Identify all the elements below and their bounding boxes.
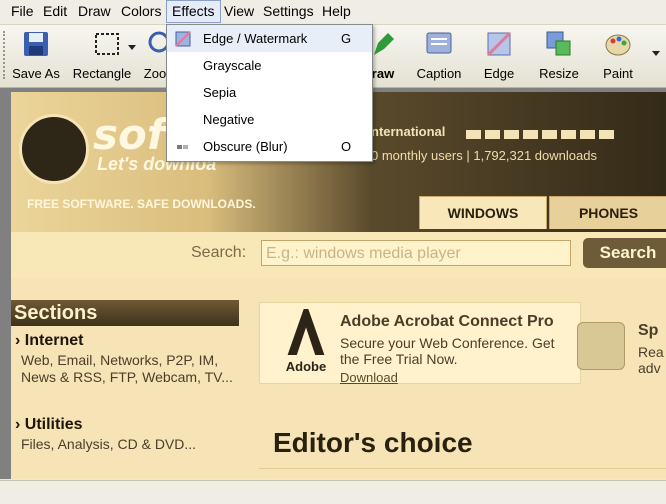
adobe-logo: Adobe bbox=[276, 309, 336, 375]
adobe-logo-icon bbox=[287, 309, 325, 355]
flag-icon bbox=[504, 130, 519, 139]
paint-label: Paint bbox=[603, 66, 633, 81]
flag-icon bbox=[580, 130, 595, 139]
promo2-title: Sp bbox=[638, 322, 659, 339]
resize-label: Resize bbox=[539, 66, 579, 81]
horizontal-scrollbar[interactable] bbox=[0, 480, 666, 504]
site-slogan: FREE SOFTWARE. SAFE DOWNLOADS. bbox=[27, 197, 256, 211]
menu-item-label: Obscure (Blur) bbox=[203, 139, 288, 154]
flag-icon bbox=[523, 130, 538, 139]
section-utilities-text: Files, Analysis, CD & DVD... bbox=[21, 436, 197, 452]
zoom-label: Zoo bbox=[143, 66, 167, 81]
menu-item-label: Sepia bbox=[203, 85, 237, 100]
blur-icon bbox=[177, 145, 188, 149]
menu-item-grayscale[interactable]: Grayscale bbox=[167, 52, 372, 79]
toolbar-grip[interactable] bbox=[3, 31, 8, 79]
flag-icon bbox=[542, 130, 557, 139]
chevron-down-icon[interactable] bbox=[128, 45, 136, 50]
menu-file[interactable]: File bbox=[6, 0, 39, 23]
save-as-button[interactable]: Save As bbox=[10, 29, 62, 81]
menu-draw[interactable]: Draw bbox=[73, 0, 116, 23]
section-internet-heading: › Internet bbox=[15, 332, 84, 349]
menu-item-label: Negative bbox=[203, 112, 255, 127]
adobe-promo: Adobe Adobe Acrobat Connect Pro Secure y… bbox=[259, 302, 581, 385]
section-internet-label: Internet bbox=[24, 332, 84, 349]
rectangle-select-icon bbox=[95, 33, 119, 55]
menu-colors[interactable]: Colors bbox=[116, 0, 166, 23]
search-button: Search bbox=[583, 238, 666, 268]
edge-button[interactable]: Edge bbox=[479, 29, 519, 81]
site-logo-icon bbox=[19, 114, 89, 184]
menu-settings[interactable]: Settings bbox=[258, 0, 319, 23]
tab-windows: WINDOWS bbox=[419, 196, 547, 229]
caption-icon bbox=[426, 32, 452, 54]
menu-item-negative[interactable]: Negative bbox=[167, 106, 372, 133]
effects-dropdown-menu: Edge / Watermark G Grayscale Sepia Negat… bbox=[166, 24, 373, 162]
menu-item-label: Edge / Watermark bbox=[203, 31, 308, 46]
tab-phones: PHONES bbox=[549, 196, 666, 229]
language-flags bbox=[466, 126, 618, 144]
menu-item-sepia[interactable]: Sepia bbox=[167, 79, 372, 106]
promo-download-link: Download bbox=[340, 370, 398, 385]
promo2-icon bbox=[577, 322, 625, 370]
users-stats: 0 monthly users | 1,792,321 downloads bbox=[371, 148, 597, 163]
menu-help[interactable]: Help bbox=[317, 0, 356, 23]
adobe-logo-text: Adobe bbox=[285, 359, 327, 374]
menu-edit[interactable]: Edit bbox=[38, 0, 72, 23]
rectangle-label: Rectangle bbox=[72, 66, 132, 81]
search-label: Search: bbox=[191, 244, 247, 261]
flag-icon bbox=[466, 130, 481, 139]
search-input: E.g.: windows media player bbox=[261, 240, 571, 266]
sections-title: Sections bbox=[11, 300, 239, 326]
section-internet-text: Web, Email, Networks, P2P, IM, News & RS… bbox=[21, 352, 233, 385]
paint-button[interactable]: Paint bbox=[600, 29, 636, 81]
save-as-label: Save As bbox=[12, 66, 60, 81]
promo-title: Adobe Acrobat Connect Pro bbox=[340, 313, 554, 330]
menu-item-edge-watermark[interactable]: Edge / Watermark G bbox=[167, 25, 372, 52]
flag-icon bbox=[485, 130, 500, 139]
flag-icon bbox=[561, 130, 576, 139]
divider bbox=[259, 468, 666, 469]
international-label: nternational bbox=[371, 124, 446, 139]
menu-item-obscure-blur[interactable]: Obscure (Blur) O bbox=[167, 133, 372, 160]
section-utilities-heading: › Utilities bbox=[15, 416, 83, 433]
flag-icon bbox=[599, 130, 614, 139]
menu-bar: File Edit Draw Colors Effects View Setti… bbox=[0, 0, 666, 25]
palette-icon bbox=[605, 34, 631, 56]
toolbar-overflow-chevron-icon[interactable] bbox=[652, 51, 660, 56]
promo2-description: Rea adv bbox=[638, 344, 664, 376]
menu-item-shortcut: O bbox=[341, 139, 352, 154]
resize-button[interactable]: Resize bbox=[536, 29, 582, 81]
zoom-button[interactable]: Zoo bbox=[143, 29, 167, 81]
sections-panel: Sections › Internet Web, Email, Networks… bbox=[11, 300, 239, 479]
menu-item-shortcut: G bbox=[341, 31, 352, 46]
menu-item-label: Grayscale bbox=[203, 58, 262, 73]
edge-label: Edge bbox=[483, 66, 515, 81]
promo-description: Secure your Web Conference. Get the Free… bbox=[340, 335, 555, 367]
menu-effects[interactable]: Effects bbox=[166, 0, 221, 23]
edge-watermark-icon bbox=[175, 31, 191, 47]
editors-choice-heading: Editor's choice bbox=[273, 427, 473, 458]
resize-icon bbox=[546, 31, 571, 56]
menu-view[interactable]: View bbox=[219, 0, 259, 23]
caption-label: Caption bbox=[416, 66, 462, 81]
rectangle-button[interactable]: Rectangle bbox=[70, 29, 136, 81]
caption-button[interactable]: Caption bbox=[414, 29, 464, 81]
site-search-row: Search: E.g.: windows media player Searc… bbox=[11, 232, 666, 278]
floppy-disk-icon bbox=[24, 32, 48, 56]
magnifier-icon bbox=[148, 31, 167, 53]
section-utilities-label: Utilities bbox=[24, 416, 83, 433]
edge-icon bbox=[486, 31, 512, 57]
